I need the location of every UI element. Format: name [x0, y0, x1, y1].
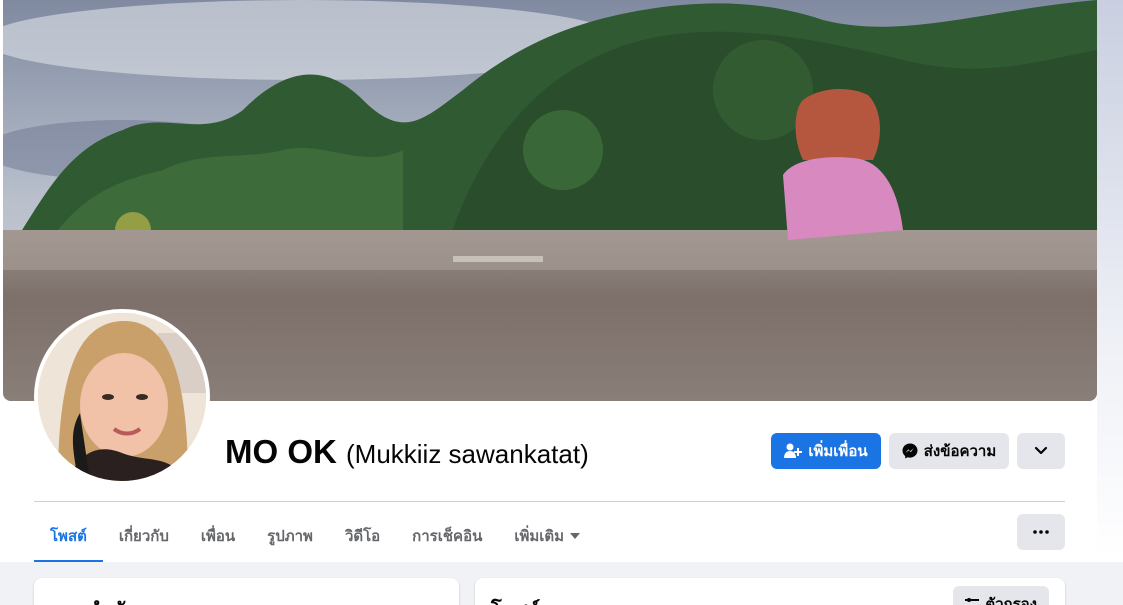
- profile-alternate-name: (Mukkiiz sawankatat): [346, 439, 589, 469]
- tab-more[interactable]: เพิ่มเติม: [498, 510, 596, 562]
- tab-photos[interactable]: รูปภาพ: [251, 510, 329, 562]
- tab-label: เพื่อน: [200, 528, 236, 545]
- tab-check-ins[interactable]: การเช็คอิน: [396, 510, 498, 562]
- add-friend-icon: [784, 443, 803, 458]
- ellipsis-icon: [1033, 530, 1049, 534]
- page-background-edge: [1097, 0, 1123, 560]
- add-friend-button[interactable]: เพิ่มเพื่อน: [771, 433, 881, 469]
- tab-label: โพสต์: [50, 528, 87, 545]
- tab-friends[interactable]: เพื่อน: [185, 510, 251, 562]
- profile-avatar[interactable]: [34, 309, 210, 485]
- profile-display-name: MO OK: [225, 433, 337, 470]
- tab-label: การเช็คอิน: [412, 528, 483, 545]
- tabs-more-options-button[interactable]: [1017, 514, 1065, 550]
- filter-button[interactable]: ตัวกรอง: [953, 586, 1049, 605]
- profile-more-dropdown-button[interactable]: [1017, 433, 1065, 469]
- message-label: ส่งข้อความ: [923, 443, 997, 460]
- message-button[interactable]: ส่งข้อความ: [889, 433, 1009, 469]
- posts-card: โพสต์ ตัวกรอง: [475, 578, 1065, 605]
- posts-card-title: โพสต์: [491, 594, 540, 605]
- tab-videos[interactable]: วิดีโอ: [329, 510, 396, 562]
- tab-label: เกี่ยวกับ: [118, 528, 169, 545]
- chevron-down-icon: [1034, 446, 1048, 455]
- intro-card: แนะนำตัว: [34, 578, 459, 605]
- tab-posts[interactable]: โพสต์: [34, 510, 103, 563]
- add-friend-label: เพิ่มเพื่อน: [808, 443, 868, 460]
- messenger-icon: [902, 443, 918, 459]
- tab-label: วิดีโอ: [344, 528, 381, 545]
- caret-down-icon: [570, 533, 581, 539]
- filter-label: ตัวกรอง: [985, 596, 1037, 605]
- avatar-image: [38, 313, 206, 481]
- tab-about[interactable]: เกี่ยวกับ: [103, 510, 185, 562]
- filter-icon: [965, 598, 980, 602]
- tab-label: เพิ่มเติม: [514, 528, 565, 545]
- avatar-photo: [38, 313, 206, 481]
- header-divider: [34, 501, 1065, 502]
- tab-label: รูปภาพ: [267, 528, 313, 545]
- profile-tabs: โพสต์ เกี่ยวกับ เพื่อน รูปภาพ วิดีโอ การ…: [34, 510, 596, 563]
- profile-name: MO OK (Mukkiiz sawankatat): [225, 433, 589, 471]
- intro-card-title: แนะนำตัว: [50, 594, 136, 605]
